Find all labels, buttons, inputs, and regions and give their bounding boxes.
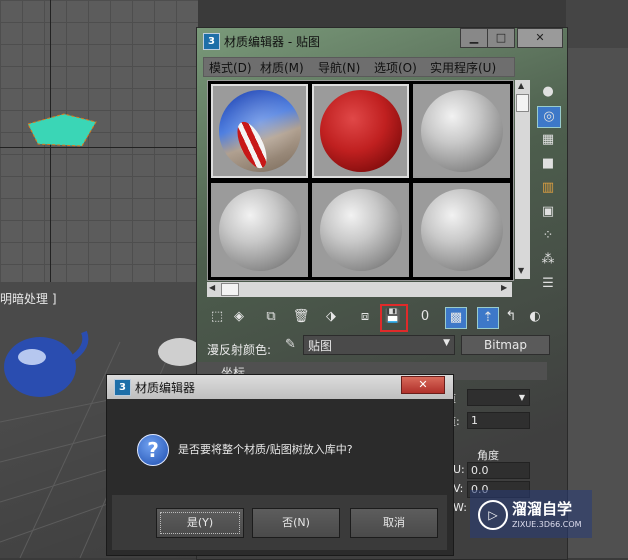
question-icon: ? [137,434,169,466]
scroll-thumb[interactable] [516,94,529,112]
app-icon: 3 [203,33,220,50]
dialog-message: 是否要将整个材质/贴图树放入库中? [178,443,353,456]
close-icon: ✕ [418,378,428,391]
app-icon: 3 [114,379,131,396]
maximize-button[interactable]: □ [487,28,515,48]
cancel-button[interactable]: 取消 [350,508,438,538]
map-channel-spinner[interactable]: 1 [467,412,530,429]
grey-sphere [421,189,503,271]
sample-slot-2[interactable] [312,84,409,178]
sample-slot-6[interactable] [413,183,510,277]
slots-vertical-scrollbar[interactable]: ▲ ▼ [515,80,530,279]
material-editor-titlebar[interactable]: 3 材质编辑器 - 贴图 ▁ □ ✕ [197,28,567,54]
watermark: ▷ 溜溜自学 ZIXUE.3D66.COM [470,490,592,538]
grey-sphere [421,90,503,172]
video-color-icon[interactable]: ▥ [537,178,559,198]
w-label: W: [453,501,467,514]
options-icon[interactable]: ⁘ [537,226,559,246]
put-to-scene-icon[interactable]: ◈ [229,307,249,327]
sample-uv-icon[interactable]: ■ [537,154,559,174]
dialog-close-button[interactable]: ✕ [401,376,445,394]
v-label: V: [453,482,464,495]
menu-bar: 模式(D) 材质(M) 导航(N) 选项(O) 实用程序(U) [203,57,515,77]
menu-options[interactable]: 选项(O) [374,59,417,76]
side-toolbar: ● ◎ ▦ ■ ▥ ▣ ⁘ ⁂ ☰ [535,80,563,300]
sample-slot-1[interactable] [211,84,308,178]
get-material-icon[interactable]: ⬚ [207,307,227,327]
assign-to-selection-icon[interactable]: ⧉ [261,307,281,327]
make-copy-icon[interactable]: ⬗ [321,307,341,327]
scroll-down-icon[interactable]: ▼ [518,266,524,275]
confirm-dialog: 3 材质编辑器 ✕ ? 是否要将整个材质/贴图树放入库中? 是(Y) 否(N) … [106,374,454,556]
mapping-dropdown[interactable]: ▼ [467,389,530,406]
map-name-value: 贴图 [308,339,333,353]
minimize-icon: ▁ [469,31,479,44]
no-button[interactable]: 否(N) [252,508,340,538]
make-preview-icon[interactable]: ▣ [537,202,559,222]
select-by-material-icon[interactable]: ⁂ [537,250,559,270]
sample-type-icon[interactable]: ● [537,82,559,102]
grey-sphere [219,189,301,271]
yes-button[interactable]: 是(Y) [156,508,244,538]
command-panel [566,48,628,558]
beach-ball-sphere [219,90,301,173]
diffuse-color-label: 漫反射颜色: [207,343,272,357]
close-button[interactable]: ✕ [517,28,563,48]
sample-slot-4[interactable] [211,183,308,277]
go-to-parent-icon[interactable]: ↰ [501,307,521,327]
watermark-url: ZIXUE.3D66.COM [512,520,582,529]
command-panel-header [566,0,628,48]
slots-horizontal-scrollbar[interactable]: ◀ ▶ [207,282,512,297]
material-id-icon[interactable]: 0 [415,307,435,327]
angle-header: 角度 [477,449,499,462]
show-in-viewport-icon[interactable]: ▩ [445,307,467,329]
scroll-thumb[interactable] [221,283,239,296]
menu-utilities[interactable]: 实用程序(U) [430,59,496,76]
sample-slots [207,80,514,281]
sample-slot-3[interactable] [413,84,510,178]
watermark-name: 溜溜自学 [512,500,573,518]
grey-sphere [320,189,402,271]
background-icon[interactable]: ▦ [537,130,559,150]
reset-map-icon[interactable]: 🗑 [291,307,311,327]
show-end-result-icon[interactable]: ⇡ [477,307,499,329]
viewport-label[interactable]: 明暗处理 ] [0,290,57,307]
top-viewport[interactable] [0,0,198,282]
window-title: 材质编辑器 - 贴图 [224,35,320,49]
dialog-title: 材质编辑器 [135,381,196,395]
menu-modes[interactable]: 模式(D) [209,59,252,76]
backlight-icon[interactable]: ◎ [537,106,561,128]
go-forward-icon[interactable]: ◐ [525,307,545,327]
play-logo-icon: ▷ [478,500,508,530]
menu-navigation[interactable]: 导航(N) [318,59,360,76]
chevron-down-icon: ▼ [443,338,450,348]
u-angle-spinner[interactable]: 0.0 [467,462,530,479]
red-sphere [320,90,402,172]
maximize-icon: □ [495,31,507,44]
menu-material[interactable]: 材质(M) [260,59,304,76]
dialog-titlebar[interactable]: 3 材质编辑器 ✕ [107,375,453,399]
eyedropper-icon[interactable]: ✎ [285,337,301,353]
selected-object-shape[interactable] [24,112,100,152]
make-unique-icon[interactable]: ⧈ [355,307,375,327]
minimize-button[interactable]: ▁ [460,28,488,48]
u-label: U: [453,463,465,476]
material-navigator-icon[interactable]: ☰ [537,274,559,294]
scroll-up-icon[interactable]: ▲ [518,81,524,90]
close-icon: ✕ [535,31,545,44]
sample-slot-5[interactable] [312,183,409,277]
scroll-right-icon[interactable]: ▶ [501,283,507,292]
highlight-box [380,304,408,332]
scroll-left-icon[interactable]: ◀ [209,283,215,292]
map-type-button[interactable]: Bitmap [461,335,550,355]
map-name-dropdown[interactable]: 贴图 ▼ [303,335,455,355]
